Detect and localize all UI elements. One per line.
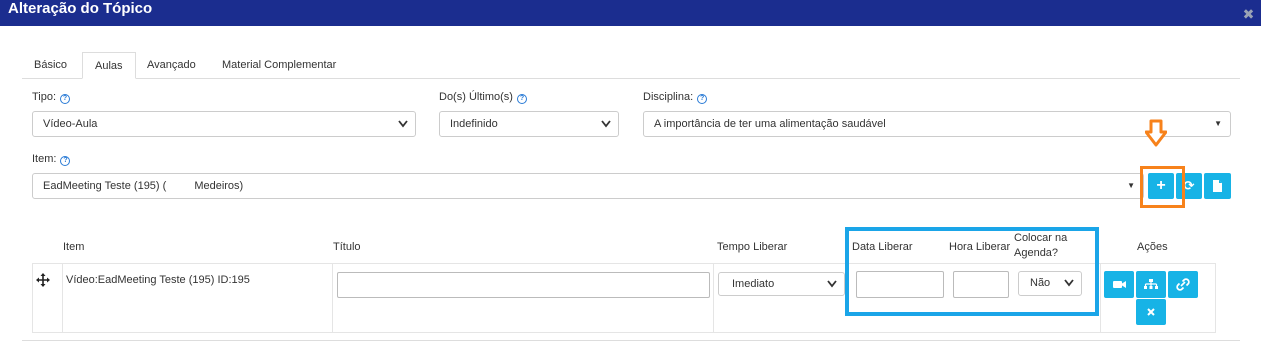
caret-down-icon: ▼: [1127, 181, 1135, 190]
help-icon[interactable]: ?: [60, 156, 71, 166]
sitemap-icon: [1144, 279, 1158, 289]
tab-basico[interactable]: Básico: [22, 52, 79, 79]
disciplina-label: Disciplina:?: [643, 91, 708, 104]
dialog-title: Alteração do Tópico: [8, 0, 153, 17]
disciplina-select-value: A importância de ter uma alimentação sau…: [654, 118, 886, 130]
tab-material-complementar[interactable]: Material Complementar: [210, 52, 348, 79]
item-select-value-suffix: Medeiros): [194, 180, 244, 192]
chevron-down-icon: [601, 112, 611, 145]
close-icon[interactable]: ✖: [1242, 7, 1255, 21]
caret-down-icon: ▼: [1214, 119, 1222, 128]
help-icon[interactable]: ?: [697, 94, 708, 104]
link-icon: [1176, 278, 1190, 291]
help-icon[interactable]: ?: [60, 94, 71, 104]
link-button[interactable]: [1168, 271, 1198, 298]
tipo-select[interactable]: Vídeo-Aula: [32, 111, 416, 137]
tab-bar: Básico Aulas Avançado Material Complemen…: [22, 52, 1240, 79]
ultimos-select-value: Indefinido: [450, 118, 498, 130]
ultimos-label: Do(s) Último(s)?: [439, 91, 527, 104]
ultimos-label-text: Do(s) Último(s): [439, 91, 513, 103]
remove-row-button[interactable]: [1136, 299, 1166, 325]
item-label: Item:?: [32, 153, 71, 166]
col-header-tempo: Tempo Liberar: [717, 241, 788, 253]
table-bottom-divider: [32, 332, 1216, 333]
col-divider: [62, 263, 63, 333]
close-icon: [1147, 308, 1155, 316]
tempo-liberar-value: Imediato: [732, 278, 775, 290]
ultimos-select[interactable]: Indefinido: [439, 111, 619, 137]
video-button[interactable]: [1104, 271, 1134, 298]
document-icon: [1213, 180, 1222, 192]
chevron-down-icon: [827, 273, 837, 303]
col-header-acoes: Ações: [1137, 241, 1168, 253]
disciplina-label-text: Disciplina:: [643, 91, 694, 103]
item-select[interactable]: EadMeeting Teste (195) ( Medeiros) ▼: [32, 173, 1144, 199]
chevron-down-icon: [398, 112, 408, 145]
table-left-border: [32, 263, 33, 333]
table-right-border: [1215, 263, 1216, 333]
col-header-item: Item: [63, 241, 85, 253]
titulo-input[interactable]: [337, 272, 710, 298]
row-item-text: Vídeo:EadMeeting Teste (195) ID:195: [66, 274, 250, 286]
col-divider: [713, 263, 714, 333]
help-icon[interactable]: ?: [516, 94, 527, 104]
tipo-label: Tipo:?: [32, 91, 71, 104]
col-divider: [332, 263, 333, 333]
section-bottom-divider: [22, 340, 1240, 341]
drag-handle-icon[interactable]: [36, 273, 50, 287]
add-button-highlight: [1140, 166, 1185, 208]
hierarchy-button[interactable]: [1136, 271, 1166, 298]
date-agenda-highlight: [845, 227, 1099, 316]
tempo-liberar-select[interactable]: Imediato: [718, 272, 845, 296]
item-label-text: Item:: [32, 153, 57, 165]
document-button[interactable]: [1204, 173, 1231, 199]
dialog-titlebar: Alteração do Tópico ✖: [0, 0, 1261, 26]
video-camera-icon: [1113, 281, 1126, 288]
disciplina-select[interactable]: A importância de ter uma alimentação sau…: [643, 111, 1231, 137]
col-divider: [1100, 263, 1101, 333]
tab-aulas[interactable]: Aulas: [82, 52, 136, 79]
col-header-titulo: Título: [333, 241, 361, 253]
orange-arrow-icon: [1144, 119, 1168, 147]
tipo-select-value: Vídeo-Aula: [43, 118, 98, 130]
item-select-value: EadMeeting Teste (195) (: [43, 180, 167, 192]
tab-avancado[interactable]: Avançado: [135, 52, 208, 79]
tipo-label-text: Tipo:: [32, 91, 57, 103]
